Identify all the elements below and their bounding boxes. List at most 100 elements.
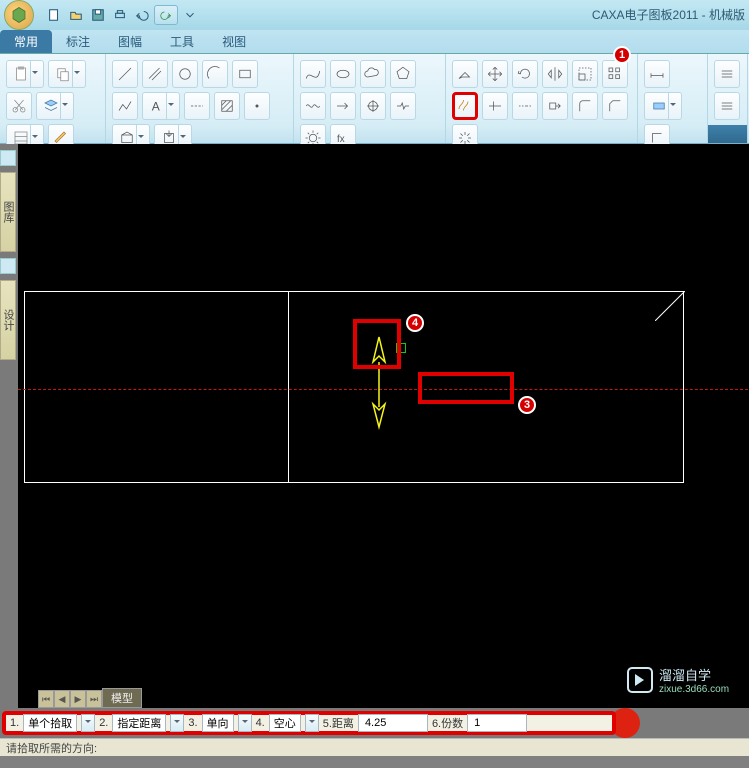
watermark-url: zixue.3d66.com — [659, 684, 729, 695]
btn-point[interactable] — [244, 92, 270, 120]
btn-copy[interactable] — [48, 60, 86, 88]
btn-arc[interactable] — [202, 60, 228, 88]
opt-2-dd[interactable] — [170, 714, 184, 732]
play-icon — [627, 667, 653, 693]
btn-cut[interactable] — [6, 92, 32, 120]
marker-3: 3 — [518, 396, 536, 414]
btn-break[interactable] — [390, 92, 416, 120]
btn-offset[interactable] — [452, 92, 478, 120]
opt-4-value: 空心 — [274, 715, 296, 731]
polygon-icon — [394, 65, 412, 83]
menu-tab-annotate[interactable]: 标注 — [52, 30, 104, 53]
model-nav-prev[interactable]: ◀ — [54, 690, 70, 708]
side-tab-bar: 图库 设计 — [0, 144, 18, 708]
btn-extend[interactable] — [512, 92, 538, 120]
qat-new[interactable] — [44, 5, 64, 25]
btn-dim-linear[interactable] — [644, 60, 670, 88]
panel-adv-draw: fx 高级绘图 — [294, 54, 446, 143]
menu-tab-frame[interactable]: 图幅 — [104, 30, 156, 53]
btn-rotate[interactable] — [512, 60, 538, 88]
marker-1: 1 — [613, 46, 631, 64]
scissors-icon — [10, 97, 28, 115]
opt-5-input[interactable]: 4.25 — [358, 714, 428, 732]
drawing-canvas[interactable]: 4 3 ⏮ ◀ ▶ ⏭ 模型 溜溜自学 zixue.3d66.com — [18, 144, 749, 708]
svg-text:A: A — [152, 100, 160, 114]
layer-icon — [42, 97, 60, 115]
menu-tab-common[interactable]: 常用 — [0, 30, 52, 53]
menu-tab-view[interactable]: 视图 — [208, 30, 260, 53]
opt-2-select[interactable]: 指定距离 — [112, 714, 166, 732]
btn-stretch[interactable] — [542, 92, 568, 120]
btn-fillet[interactable] — [572, 92, 598, 120]
btn-mirror[interactable] — [542, 60, 568, 88]
opt-1-value: 单个拾取 — [28, 715, 72, 731]
opt-4-dd[interactable] — [305, 714, 319, 732]
btn-spline[interactable] — [300, 60, 326, 88]
qat-save[interactable] — [88, 5, 108, 25]
qat-open[interactable] — [66, 5, 86, 25]
copy-icon — [54, 65, 72, 83]
qat-print[interactable] — [110, 5, 130, 25]
model-nav-first[interactable]: ⏮ — [38, 690, 54, 708]
opt-1-select[interactable]: 单个拾取 — [23, 714, 77, 732]
btn-polygon[interactable] — [390, 60, 416, 88]
btn-overflow-1[interactable] — [714, 60, 740, 88]
opt-3-select[interactable]: 单向 — [202, 714, 234, 732]
ribbon: 常用 A 基本绘图 — [0, 54, 749, 144]
btn-layer[interactable] — [36, 92, 74, 120]
btn-erase[interactable] — [452, 60, 478, 88]
btn-pline[interactable] — [142, 60, 168, 88]
btn-wave[interactable] — [300, 92, 326, 120]
side-min-2[interactable] — [0, 258, 16, 274]
opt-5-value: 4.25 — [365, 717, 386, 729]
panel-common: 常用 — [0, 54, 106, 143]
model-nav-last[interactable]: ⏭ — [86, 690, 102, 708]
dim-icon — [650, 97, 668, 115]
btn-circle[interactable] — [172, 60, 198, 88]
qat-dropdown[interactable] — [180, 5, 200, 25]
trim-icon — [486, 97, 504, 115]
btn-arrow[interactable] — [330, 92, 356, 120]
btn-dim-more[interactable] — [644, 92, 682, 120]
btn-scale[interactable] — [572, 60, 598, 88]
btn-cloud[interactable] — [360, 60, 386, 88]
hole-icon — [364, 97, 382, 115]
break-icon — [394, 97, 412, 115]
btn-text[interactable]: A — [142, 92, 180, 120]
polyline-icon — [116, 97, 134, 115]
option-bar: 1. 单个拾取 2. 指定距离 3. 单向 4. 空心 5.距离 4.25 6.… — [2, 711, 616, 735]
opt-3-num: 3. — [188, 717, 197, 729]
watermark: 溜溜自学 zixue.3d66.com — [619, 652, 749, 708]
btn-move[interactable] — [482, 60, 508, 88]
side-tab-design[interactable]: 设计 — [0, 280, 16, 360]
btn-rect[interactable] — [232, 60, 258, 88]
opt-2-value: 指定距离 — [117, 715, 161, 731]
btn-paste[interactable] — [6, 60, 44, 88]
opt-1-dd[interactable] — [81, 714, 95, 732]
arc-icon — [206, 65, 224, 83]
model-tab[interactable]: 模型 — [102, 688, 142, 708]
btn-trim[interactable] — [482, 92, 508, 120]
side-tab-library[interactable]: 图库 — [0, 172, 16, 252]
btn-polyline[interactable] — [112, 92, 138, 120]
rotate-icon — [516, 65, 534, 83]
model-nav-next[interactable]: ▶ — [70, 690, 86, 708]
opt-6-input[interactable]: 1 — [467, 714, 527, 732]
btn-overflow-2[interactable] — [714, 92, 740, 120]
opt-6-label: 6.份数 — [432, 715, 463, 731]
btn-line[interactable] — [112, 60, 138, 88]
qat-redo[interactable] — [154, 5, 178, 25]
btn-hatch[interactable] — [214, 92, 240, 120]
opt-4-select[interactable]: 空心 — [269, 714, 301, 732]
menu-tab-tools[interactable]: 工具 — [156, 30, 208, 53]
qat-undo[interactable] — [132, 5, 152, 25]
btn-array[interactable] — [602, 60, 628, 88]
btn-hole[interactable] — [360, 92, 386, 120]
btn-chamfer[interactable] — [602, 92, 628, 120]
opt-4-num: 4. — [256, 717, 265, 729]
app-logo[interactable] — [4, 0, 34, 30]
opt-3-dd[interactable] — [238, 714, 252, 732]
side-min-1[interactable] — [0, 150, 16, 166]
btn-centerline[interactable] — [184, 92, 210, 120]
btn-ellipse[interactable] — [330, 60, 356, 88]
